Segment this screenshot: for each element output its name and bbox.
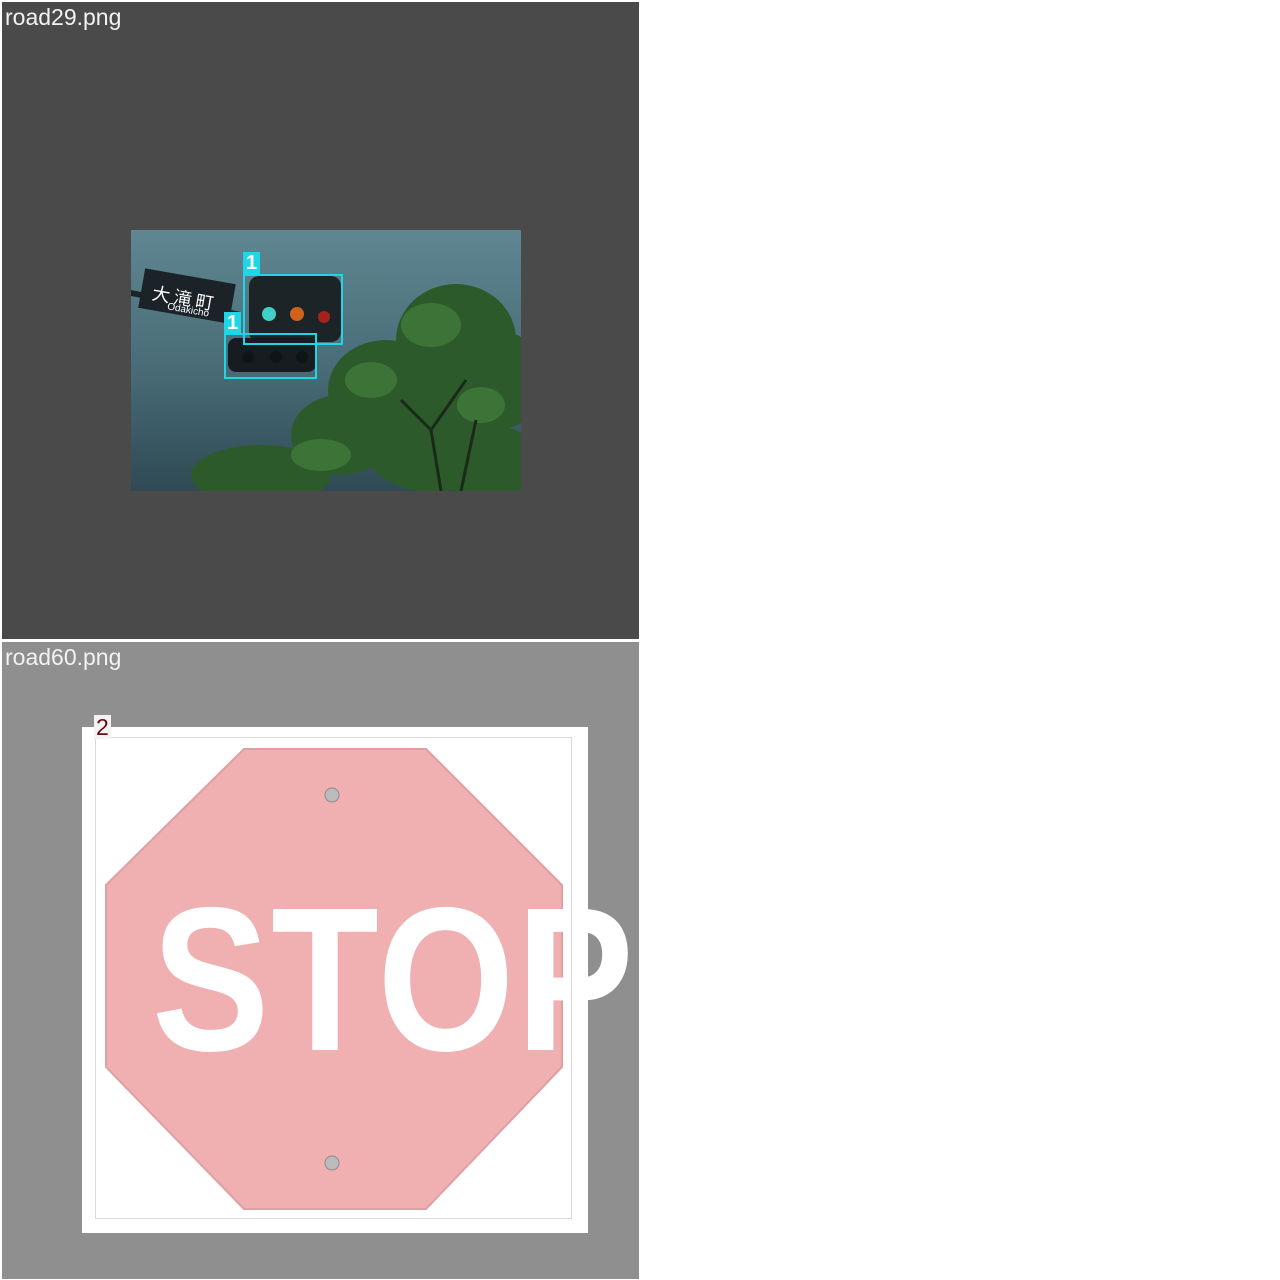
- image-tile-road29[interactable]: road29.png 大滝町 Odakicho 1 1: [2, 2, 639, 639]
- tile-filename: road29.png: [5, 4, 122, 30]
- tile-filename: road60.png: [5, 644, 122, 670]
- image-tile-road60[interactable]: road60.png STOP 2: [2, 642, 639, 1279]
- detection-box[interactable]: [95, 737, 572, 1219]
- detection-box[interactable]: [224, 333, 317, 379]
- detection-label: 1: [243, 252, 261, 274]
- detection-label: 2: [94, 714, 111, 740]
- traffic-light-photo: [131, 230, 521, 491]
- detection-label: 1: [224, 312, 242, 334]
